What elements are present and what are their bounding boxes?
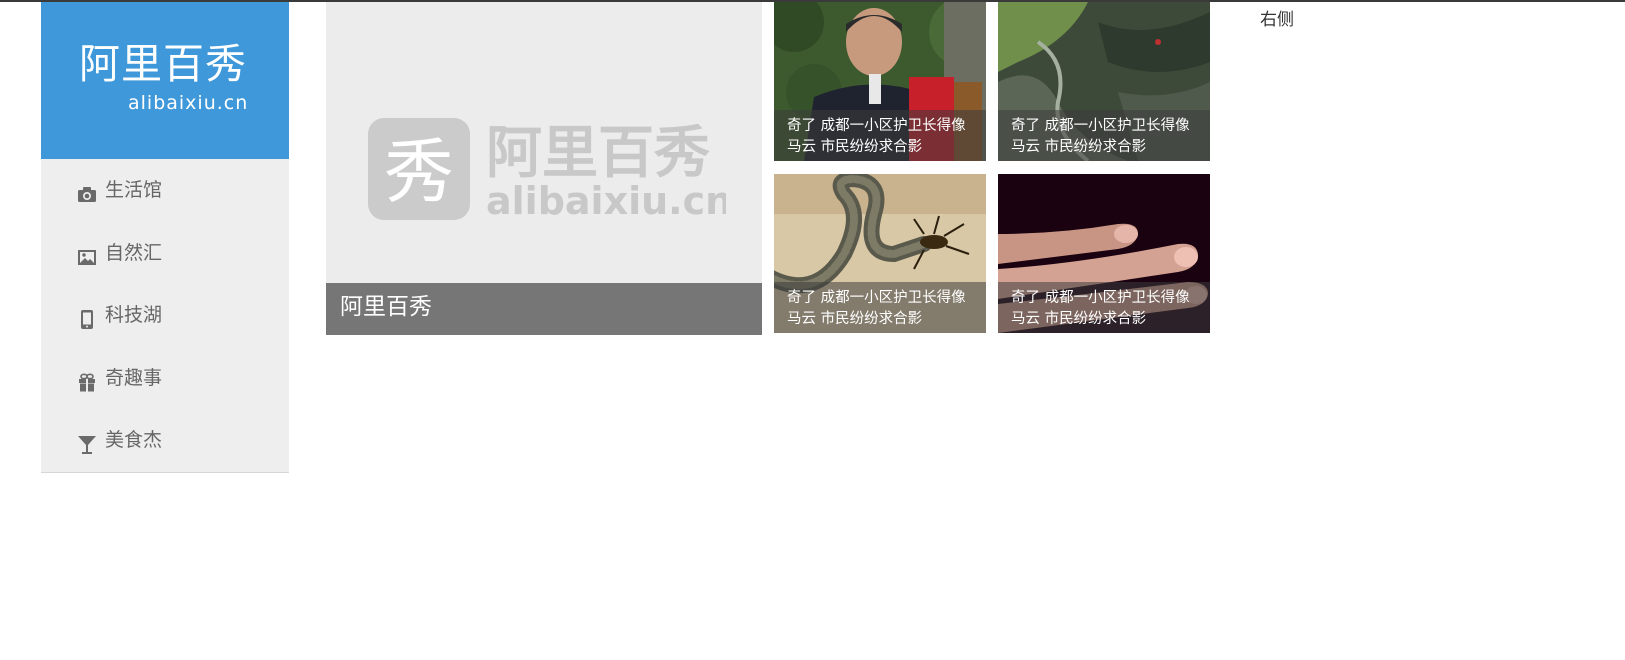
sidebar-item-label: 生活馆: [105, 179, 163, 201]
thumbnail-caption: 奇了 成都一小区护卫长得像马云 市民纷纷求合影: [787, 118, 966, 155]
logo[interactable]: 阿里百秀 alibaixiu.cn: [41, 2, 289, 159]
thumbnail-caption-bar: 奇了 成都一小区护卫长得像马云 市民纷纷求合影: [998, 110, 1210, 161]
news-thumbnail[interactable]: 奇了 成都一小区护卫长得像马云 市民纷纷求合影: [998, 174, 1210, 333]
sidebar: 阿里百秀 alibaixiu.cn 生活馆 自然汇 科技湖 奇趣事 美食杰: [41, 2, 289, 473]
sidebar-item-label: 科技湖: [105, 304, 163, 327]
logo-title-cn: 阿里百秀: [79, 40, 247, 88]
cocktail-icon: [78, 436, 96, 455]
featured-caption: 阿里百秀: [340, 294, 432, 320]
sidebar-item-fun[interactable]: 奇趣事: [41, 347, 289, 410]
sidebar-item-label: 奇趣事: [105, 366, 163, 389]
thumbnail-caption-bar: 奇了 成都一小区护卫长得像马云 市民纷纷求合影: [774, 282, 986, 333]
sidebar-item-tech[interactable]: 科技湖: [41, 284, 289, 347]
sidebar-item-label: 自然汇: [105, 241, 163, 264]
sidebar-item-label: 美食杰: [105, 429, 163, 452]
news-thumbnail[interactable]: 奇了 成都一小区护卫长得像马云 市民纷纷求合影: [998, 2, 1210, 161]
brand-watermark: 秀 阿里百秀 alibaixiu.cn: [368, 118, 726, 223]
phone-icon: [81, 310, 93, 330]
image-icon: [78, 249, 96, 265]
featured-banner[interactable]: 秀 阿里百秀 alibaixiu.cn 阿里百秀: [326, 2, 762, 335]
gift-icon: [79, 373, 95, 392]
sidebar-item-life[interactable]: 生活馆: [41, 159, 289, 222]
logo-title-en: alibaixiu.cn: [128, 92, 249, 114]
thumbnail-caption: 奇了 成都一小区护卫长得像马云 市民纷纷求合影: [787, 290, 966, 327]
news-thumbnail[interactable]: 奇了 成都一小区护卫长得像马云 市民纷纷求合影: [774, 174, 986, 333]
news-thumbnail[interactable]: 奇了 成都一小区护卫长得像马云 市民纷纷求合影: [774, 2, 986, 161]
thumbnail-caption: 奇了 成都一小区护卫长得像马云 市民纷纷求合影: [1011, 290, 1190, 327]
featured-caption-bar: 阿里百秀: [326, 283, 762, 335]
thumbnail-caption-bar: 奇了 成都一小区护卫长得像马云 市民纷纷求合影: [998, 282, 1210, 333]
sidebar-nav: 生活馆 自然汇 科技湖 奇趣事 美食杰: [41, 159, 289, 473]
sidebar-item-food[interactable]: 美食杰: [41, 409, 289, 472]
camera-icon: [78, 187, 96, 202]
right-column-label: 右侧: [1260, 10, 1294, 30]
thumbnail-caption-bar: 奇了 成都一小区护卫长得像马云 市民纷纷求合影: [774, 110, 986, 161]
watermark-en: alibaixiu.cn: [486, 179, 726, 223]
thumbnail-caption: 奇了 成都一小区护卫长得像马云 市民纷纷求合影: [1011, 118, 1190, 155]
watermark-char: 秀: [384, 131, 454, 213]
sidebar-item-nature[interactable]: 自然汇: [41, 222, 289, 285]
watermark-cn: 阿里百秀: [486, 121, 710, 186]
